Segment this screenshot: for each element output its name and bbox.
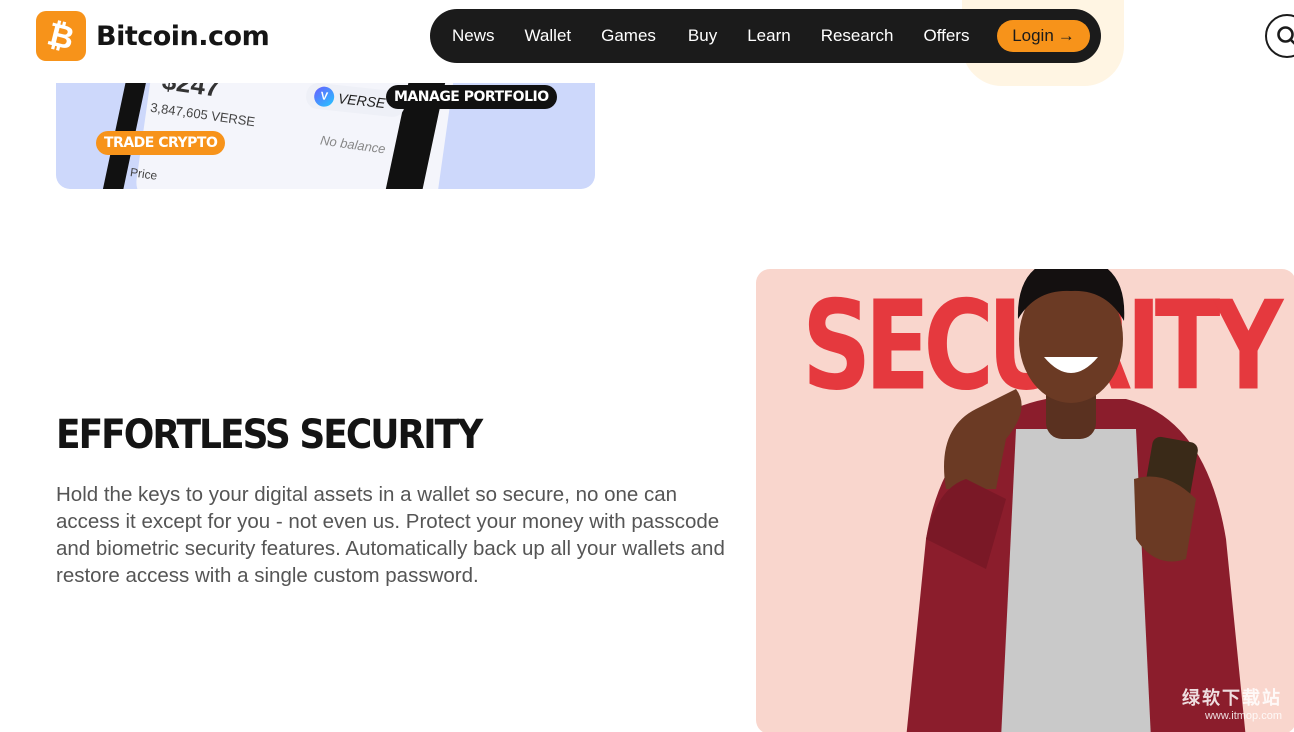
arrow-right-icon: → — [1057, 26, 1075, 45]
person-illustration — [906, 269, 1246, 732]
price-label: Price — [129, 165, 159, 183]
security-hero-image: SECURITY 绿软下载站 www.itmop.com — [756, 269, 1294, 732]
nav-offers[interactable]: Offers — [923, 26, 969, 46]
section-description: Hold the keys to your digital assets in … — [56, 483, 725, 587]
token-label: VERSE — [337, 90, 387, 112]
nav-news[interactable]: News — [452, 26, 495, 46]
nav-games[interactable]: Games — [601, 26, 656, 46]
logo-text: Bitcoin.com — [96, 20, 270, 52]
nav-buy[interactable]: Buy — [688, 26, 717, 46]
manage-portfolio-tag: MANAGE PORTFOLIO — [386, 85, 557, 109]
search-icon — [1277, 26, 1294, 45]
nav-wallet[interactable]: Wallet — [525, 26, 572, 46]
nav-learn[interactable]: Learn — [747, 26, 790, 46]
trade-crypto-tag: TRADE CRYPTO — [96, 131, 226, 155]
login-label: Login — [1012, 26, 1054, 45]
watermark-url: www.itmop.com — [1204, 710, 1282, 722]
svg-text:₿: ₿ — [46, 18, 76, 54]
verse-token-icon: V — [313, 85, 336, 108]
site-logo[interactable]: ₿ Bitcoin.com — [36, 11, 270, 61]
watermark: 绿软下载站 www.itmop.com — [1182, 684, 1282, 722]
search-button[interactable] — [1265, 14, 1294, 58]
nav-research[interactable]: Research — [821, 26, 894, 46]
wallet-promo-card: $247 3,847,605 VERSE V VERSE No balance … — [56, 83, 595, 189]
main-nav: News Wallet Games Buy Learn Research Off… — [430, 9, 1101, 63]
watermark-main: 绿软下载站 — [1182, 688, 1282, 708]
login-button[interactable]: Login → — [997, 20, 1090, 52]
section-title: EFFORTLESS SECURITY — [56, 412, 483, 458]
bitcoin-logo-icon: ₿ — [36, 11, 86, 61]
